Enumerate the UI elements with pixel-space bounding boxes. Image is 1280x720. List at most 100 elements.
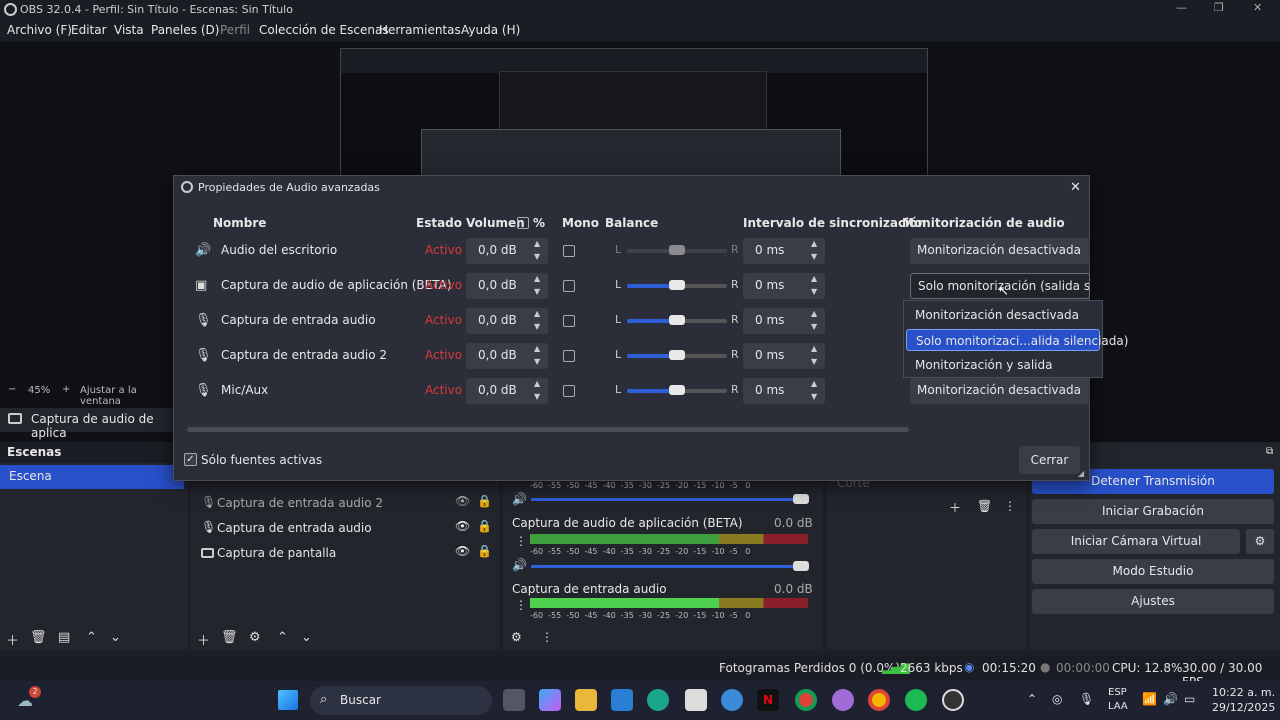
spin-down-icon[interactable]: ▼ xyxy=(534,357,544,366)
clock-time[interactable]: 10:22 a. m. xyxy=(1212,686,1275,699)
monitor-select[interactable]: Monitorización desactivada xyxy=(910,378,1090,404)
sync-offset-spinbox[interactable]: 0 ms ▲ ▼ xyxy=(743,238,825,264)
more-icon[interactable]: ⋮ xyxy=(541,630,553,644)
chevron-up-icon[interactable]: ⌃ xyxy=(86,630,97,645)
volume-spinbox[interactable]: 0,0 dB ▲ ▼ xyxy=(466,343,548,369)
sync-offset-spinbox[interactable]: 0 ms ▲ ▼ xyxy=(743,378,825,404)
spin-down-icon[interactable]: ▼ xyxy=(534,287,544,296)
spin-down-icon[interactable]: ▼ xyxy=(811,287,821,296)
balance-slider[interactable]: LR xyxy=(615,271,739,301)
tray-app-icon[interactable]: ◎ xyxy=(1052,692,1062,706)
windows-start-icon[interactable] xyxy=(278,690,298,710)
store-icon[interactable] xyxy=(611,689,633,711)
spin-down-icon[interactable]: ▼ xyxy=(811,392,821,401)
balance-slider[interactable]: LR xyxy=(615,306,739,336)
chevron-down-icon[interactable]: ⌄ xyxy=(301,630,312,645)
volume-slider[interactable] xyxy=(531,561,809,571)
dropdown-option-monitor-output[interactable]: Monitorización y salida xyxy=(906,354,1100,376)
chrome-profile-icon[interactable] xyxy=(868,689,890,711)
sync-offset-spinbox[interactable]: 0 ms ▲ ▼ xyxy=(743,343,825,369)
sync-offset-spinbox[interactable]: 0 ms ▲ ▼ xyxy=(743,308,825,334)
dropdown-option-off[interactable]: Monitorización desactivada xyxy=(906,304,1100,326)
spin-up-icon[interactable]: ▲ xyxy=(534,274,544,283)
lang-2[interactable]: LAA xyxy=(1108,701,1128,712)
browser-icon[interactable] xyxy=(721,689,743,711)
dropdown-option-monitor-only[interactable]: Solo monitorizaci...alida silenciada) xyxy=(906,329,1128,351)
volume-spinbox[interactable]: 0,0 dB ▲ ▼ xyxy=(466,308,548,334)
start-virtual-camera-button[interactable]: Iniciar Cámara Virtual xyxy=(1032,529,1240,554)
lang-1[interactable]: ESP xyxy=(1108,687,1127,698)
spin-up-icon[interactable]: ▲ xyxy=(534,344,544,353)
search-box[interactable]: ⌕ Buscar xyxy=(310,686,492,715)
active-only-checkbox[interactable]: ✓ xyxy=(184,453,197,466)
volume-spinbox[interactable]: 0,0 dB ▲ ▼ xyxy=(466,378,548,404)
spin-down-icon[interactable]: ▼ xyxy=(811,252,821,261)
volume-tray-icon[interactable]: 🔊 xyxy=(1163,692,1178,706)
more-icon[interactable]: ⋮ xyxy=(1004,499,1016,513)
chrome-icon[interactable] xyxy=(795,689,817,711)
lock-icon[interactable]: 🔒 xyxy=(477,494,492,508)
gear-icon[interactable]: ⚙ xyxy=(511,630,522,644)
close-button[interactable]: Cerrar xyxy=(1019,446,1080,474)
balance-slider[interactable]: LR xyxy=(615,236,739,266)
balance-knob[interactable] xyxy=(669,245,685,255)
balance-knob[interactable] xyxy=(669,385,685,395)
monitor-select[interactable]: Monitorización desactivada xyxy=(910,238,1090,264)
more-icon[interactable]: ⋮ xyxy=(515,534,527,548)
balance-knob[interactable] xyxy=(669,315,685,325)
more-icon[interactable]: ⋮ xyxy=(515,598,527,612)
source-row[interactable]: Captura de pantalla 👁 🔒 xyxy=(199,544,492,564)
menu-ayuda[interactable]: Ayuda (H) xyxy=(461,23,520,37)
spin-up-icon[interactable]: ▲ xyxy=(534,309,544,318)
mono-checkbox[interactable] xyxy=(563,350,575,362)
mono-checkbox[interactable] xyxy=(563,385,575,397)
source-row[interactable]: 🎙 Captura de entrada audio 👁 🔒 xyxy=(199,519,492,539)
trash-icon[interactable]: 🗑 xyxy=(977,499,992,513)
mono-checkbox[interactable] xyxy=(563,315,575,327)
balance-slider[interactable]: LR xyxy=(615,376,739,406)
scene-item[interactable]: Escena xyxy=(0,465,184,489)
calendar-icon[interactable] xyxy=(685,689,707,711)
menu-editar[interactable]: Editar xyxy=(71,23,107,37)
spin-up-icon[interactable]: ▲ xyxy=(534,239,544,248)
spin-up-icon[interactable]: ▲ xyxy=(811,379,821,388)
spin-down-icon[interactable]: ▼ xyxy=(534,252,544,261)
menu-vista[interactable]: Vista xyxy=(114,23,144,37)
menu-paneles[interactable]: Paneles (D) xyxy=(151,23,219,37)
eye-icon[interactable]: 👁 xyxy=(455,544,470,558)
eye-icon[interactable]: 👁 xyxy=(455,494,470,508)
menu-perfil[interactable]: Perfil xyxy=(220,23,250,37)
studio-mode-button[interactable]: Modo Estudio xyxy=(1032,559,1274,584)
start-recording-button[interactable]: Iniciar Grabación xyxy=(1032,499,1274,524)
dock-float-icon[interactable]: ⧉ xyxy=(1266,446,1273,457)
horizontal-scrollbar[interactable] xyxy=(187,427,909,432)
edge-icon[interactable] xyxy=(647,689,669,711)
zoom-in-button[interactable]: + xyxy=(62,384,70,395)
balance-knob[interactable] xyxy=(669,280,685,290)
spin-up-icon[interactable]: ▲ xyxy=(811,344,821,353)
spin-down-icon[interactable]: ▼ xyxy=(534,322,544,331)
minimize-icon[interactable]: — xyxy=(1176,1,1187,14)
zoom-out-button[interactable]: − xyxy=(8,384,16,395)
spin-up-icon[interactable]: ▲ xyxy=(811,309,821,318)
mono-checkbox[interactable] xyxy=(563,280,575,292)
speaker-icon[interactable]: 🔊 xyxy=(512,558,527,572)
menu-coleccion[interactable]: Colección de Escenas xyxy=(259,23,389,37)
add-transition-icon[interactable]: ＋ xyxy=(949,499,961,516)
settings-button[interactable]: Ajustes xyxy=(1032,589,1274,614)
resize-grip-icon[interactable]: ◢ xyxy=(1078,469,1084,478)
eye-icon[interactable]: 👁 xyxy=(455,519,470,533)
spin-down-icon[interactable]: ▼ xyxy=(811,357,821,366)
clock-date[interactable]: 29/12/2025 xyxy=(1212,701,1275,714)
maximize-icon[interactable]: ❐ xyxy=(1214,1,1224,14)
chevron-down-icon[interactable]: ⌄ xyxy=(110,630,121,645)
chevron-up-icon[interactable]: ⌃ xyxy=(1027,692,1037,706)
filter-icon[interactable]: ▤ xyxy=(58,630,70,645)
app-icon[interactable] xyxy=(832,689,854,711)
copilot-icon[interactable] xyxy=(539,689,561,711)
add-scene-icon[interactable]: ＋ xyxy=(6,630,19,649)
mono-checkbox[interactable] xyxy=(563,245,575,257)
percent-checkbox[interactable] xyxy=(517,217,529,229)
menu-archivo[interactable]: Archivo (F) xyxy=(7,23,72,37)
volume-spinbox[interactable]: 0,0 dB ▲ ▼ xyxy=(466,273,548,299)
